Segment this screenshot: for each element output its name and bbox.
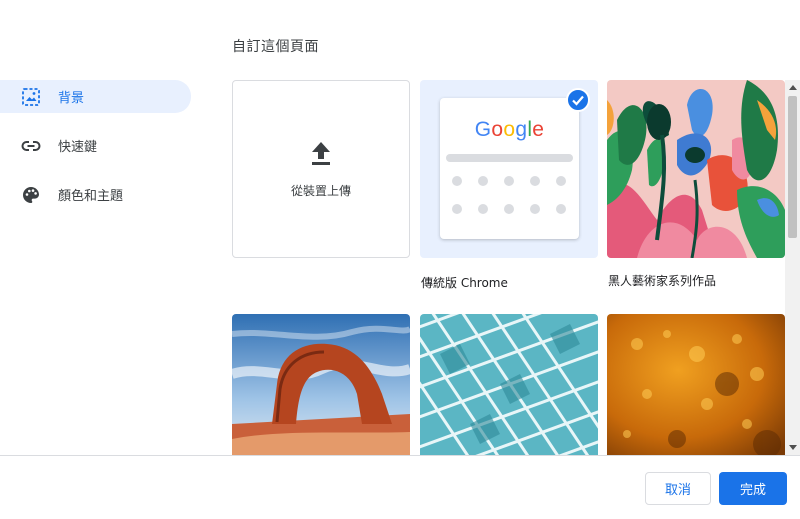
done-button[interactable]: 完成 (719, 472, 787, 505)
arch-landscape-tile[interactable] (232, 314, 410, 455)
shortcut-dot (556, 204, 566, 214)
link-icon (20, 135, 42, 157)
shortcut-dot (530, 204, 540, 214)
image-icon (20, 86, 42, 108)
shortcut-dot (452, 204, 462, 214)
dialog-title: 自訂這個頁面 (232, 39, 319, 55)
shortcut-dot (478, 176, 488, 186)
black-artists-caption: 黑人藝術家系列作品 (608, 274, 717, 288)
teal-architecture-tile[interactable] (420, 314, 598, 455)
classic-chrome-caption: 傳統版 Chrome (421, 276, 508, 290)
shortcut-dot (530, 176, 540, 186)
shortcut-dot (504, 176, 514, 186)
shortcut-dot (556, 176, 566, 186)
scroll-down-arrow-icon[interactable] (785, 441, 800, 455)
grid-scrollbar[interactable] (785, 80, 800, 455)
palette-icon (20, 184, 42, 206)
classic-preview-card: Google (440, 98, 579, 239)
shortcut-dot (504, 204, 514, 214)
sidebar-item-label: 背景 (58, 91, 85, 106)
dialog-footer: 取消 完成 (0, 455, 800, 519)
sidebar-item-label: 快速鍵 (58, 140, 98, 155)
sidebar-item-background[interactable]: 背景 (0, 80, 191, 113)
search-bar-placeholder (446, 154, 573, 162)
scrollbar-thumb[interactable] (788, 96, 797, 238)
upload-from-device-tile[interactable]: 從裝置上傳 (232, 80, 410, 258)
orange-texture-tile[interactable] (607, 314, 785, 455)
upload-icon (309, 140, 333, 170)
sidebar-item-label: 顏色和主題 (58, 189, 124, 204)
orange-texture-photo (607, 314, 785, 455)
cancel-button[interactable]: 取消 (645, 472, 711, 505)
shortcut-dot (452, 176, 462, 186)
upload-label: 從裝置上傳 (290, 183, 351, 198)
sidebar-item-color-theme[interactable]: 顏色和主題 (0, 178, 191, 211)
shortcut-dot (478, 204, 488, 214)
selected-check-icon (566, 88, 590, 112)
scroll-up-arrow-icon[interactable] (785, 80, 800, 94)
classic-chrome-tile[interactable]: Google (420, 80, 598, 258)
background-grid: 從裝置上傳 Google 傳統版 Chrome 黑人藝術家系列作品 (224, 72, 800, 455)
arch-landscape-photo (232, 314, 410, 455)
teal-architecture-photo (420, 314, 598, 455)
black-artists-artwork (607, 80, 785, 258)
sidebar-item-shortcuts[interactable]: 快速鍵 (0, 129, 191, 162)
sidebar: 背景 快速鍵 顏色和主題 (0, 80, 200, 227)
black-artists-collection-tile[interactable] (607, 80, 785, 258)
google-logo: Google (474, 118, 545, 141)
